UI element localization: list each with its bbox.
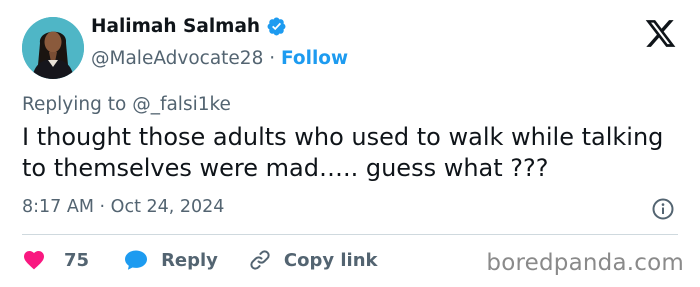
reply-button[interactable]: Reply [123,248,218,272]
copy-link-button[interactable]: Copy link [248,248,378,272]
tweet-time: 8:17 AM [22,197,94,217]
follow-button[interactable]: Follow [281,48,348,69]
like-count: 75 [64,249,90,271]
link-icon [248,248,272,272]
reply-label: Reply [161,249,218,271]
user-handle[interactable]: @MaleAdvocate28 [91,48,263,69]
replying-to-line: Replying to @_falsi1ke [22,94,231,115]
divider [22,234,678,235]
verified-badge-icon [266,16,287,37]
info-icon[interactable] [651,197,675,221]
watermark: boredpanda.com [486,250,684,276]
tweet-date: Oct 24, 2024 [110,197,225,217]
handle-row: @MaleAdvocate28 · Follow [91,48,348,69]
heart-icon [22,248,46,272]
copy-link-label: Copy link [283,249,378,271]
handle-separator: · [269,48,276,69]
tweet-timestamp[interactable]: 8:17 AM · Oct 24, 2024 [22,197,224,217]
like-button[interactable]: 75 [22,248,89,272]
x-logo-icon[interactable] [644,17,677,50]
replying-to-mention[interactable]: @_falsi1ke [132,94,231,115]
avatar-image [22,17,84,79]
display-name-text: Halimah Salmah [91,16,261,37]
tweet-text: I thought those adults who used to walk … [22,123,664,182]
avatar[interactable] [22,17,84,79]
replying-to-prefix: Replying to [22,94,127,115]
speech-bubble-icon [123,248,149,272]
action-bar: 75 Reply Copy link [22,246,378,274]
timestamp-separator: · [99,197,106,217]
display-name[interactable]: Halimah Salmah [91,16,287,37]
